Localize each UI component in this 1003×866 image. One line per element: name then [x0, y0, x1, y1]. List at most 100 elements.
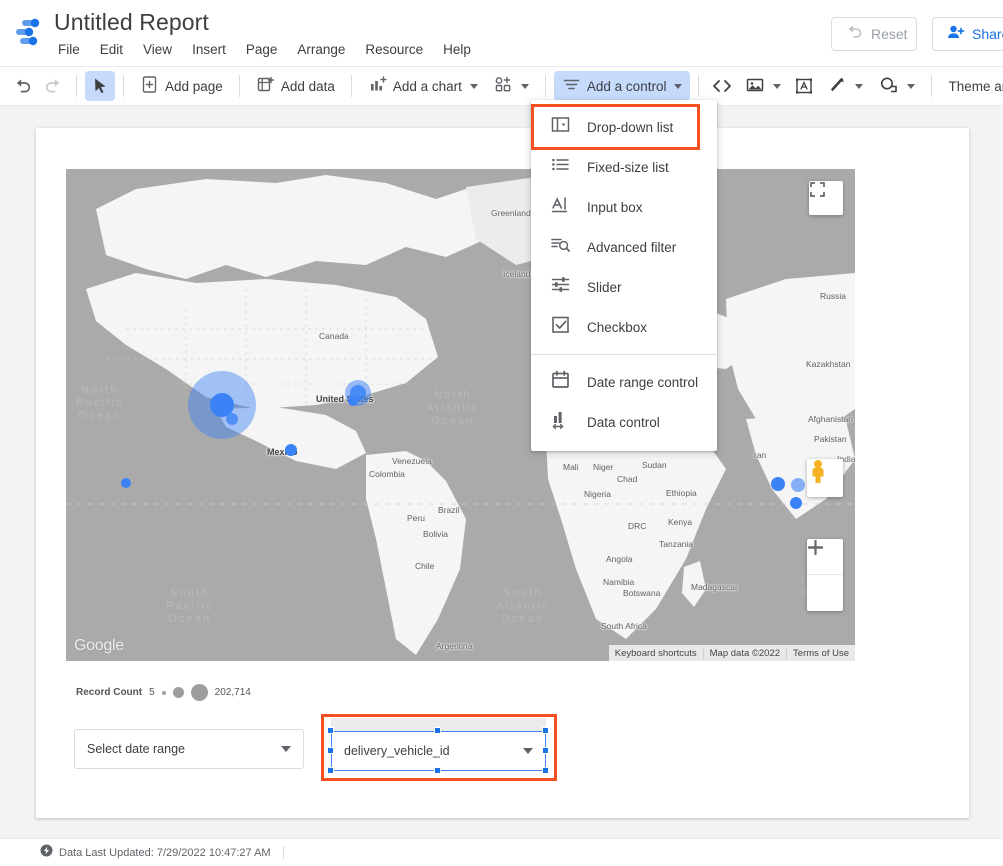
input-box-icon — [550, 194, 571, 220]
toolbar-divider — [76, 75, 77, 97]
data-last-updated-text: Data Last Updated: 7/29/2022 10:47:27 AM — [59, 847, 271, 859]
map-bubble[interactable] — [771, 477, 785, 491]
menu-item-date-range-control[interactable]: Date range control — [531, 362, 717, 402]
menu-item-advanced-filter[interactable]: Advanced filter — [531, 227, 717, 267]
resize-handle-sw[interactable] — [327, 767, 334, 774]
toolbar-divider — [239, 75, 240, 97]
menu-insert[interactable]: Insert — [182, 40, 236, 59]
database-plus-icon — [256, 75, 275, 97]
resize-handle-se[interactable] — [542, 767, 549, 774]
menu-page[interactable]: Page — [236, 40, 288, 59]
add-data-label: Add data — [281, 79, 335, 94]
map-bubble[interactable] — [121, 478, 131, 488]
legend-min-value: 5 — [149, 687, 155, 698]
map-country-label: Iceland — [503, 269, 530, 279]
map-country-label: Pakistan — [814, 434, 847, 444]
report-page[interactable]: NorthPacificOcean NorthAtlanticOcean Sou… — [36, 128, 969, 818]
legend-title: Record Count — [76, 687, 142, 698]
add-page-button[interactable]: Add page — [132, 71, 231, 101]
toolbar-divider — [351, 75, 352, 97]
menu-bar: File Edit View Insert Page Arrange Resou… — [54, 40, 481, 59]
add-chart-button[interactable]: Add a chart — [360, 71, 486, 101]
page-plus-icon — [140, 75, 159, 97]
chart-legend: Record Count 5 202,714 — [76, 684, 251, 701]
slider-icon — [550, 274, 571, 300]
legend-dot-small — [162, 691, 166, 695]
legend-max-value: 202,714 — [215, 687, 251, 698]
reset-button[interactable]: Reset — [831, 17, 917, 51]
map-country-label: Chile — [415, 561, 434, 571]
zoom-out-button[interactable] — [807, 575, 843, 610]
menu-item-fixed-size-list[interactable]: Fixed-size list — [531, 147, 717, 187]
person-add-icon — [947, 24, 965, 45]
menu-arrange[interactable]: Arrange — [287, 40, 355, 59]
community-visualizations-button[interactable] — [486, 71, 537, 101]
insert-image-button[interactable] — [737, 71, 789, 101]
map-country-label: Tanzania — [659, 539, 693, 549]
menu-help[interactable]: Help — [433, 40, 481, 59]
report-title[interactable]: Untitled Report — [54, 9, 209, 36]
resize-handle-w[interactable] — [327, 747, 334, 754]
theme-and-layout-button[interactable]: Theme and layout — [940, 71, 1003, 101]
menu-item-data-control[interactable]: Data control — [531, 402, 717, 442]
menu-edit[interactable]: Edit — [90, 40, 133, 59]
insert-line-button[interactable] — [819, 71, 871, 101]
redo-icon[interactable] — [38, 71, 68, 101]
resize-handle-ne[interactable] — [542, 727, 549, 734]
map-country-label: Chad — [617, 474, 637, 484]
map-bubble[interactable] — [348, 396, 358, 406]
resize-handle-n[interactable] — [434, 727, 441, 734]
undo-icon[interactable] — [8, 71, 38, 101]
image-icon — [745, 75, 765, 98]
geo-bubble-map-chart[interactable]: NorthPacificOcean NorthAtlanticOcean Sou… — [66, 169, 855, 661]
date-range-control[interactable]: Select date range — [74, 729, 304, 769]
menu-item-drop-down-list[interactable]: Drop-down list — [531, 107, 717, 147]
resize-handle-s[interactable] — [434, 767, 441, 774]
map-country-label: DRC — [628, 521, 646, 531]
add-control-menu[interactable]: Drop-down list Fixed-size list — [531, 100, 717, 451]
map-data-copyright: Map data ©2022 — [703, 648, 786, 659]
menu-item-input-box[interactable]: Input box — [531, 187, 717, 227]
resize-handle-e[interactable] — [542, 747, 549, 754]
menu-item-checkbox[interactable]: Checkbox — [531, 307, 717, 347]
terms-of-use-link[interactable]: Terms of Use — [786, 648, 855, 659]
text-box-icon[interactable] — [789, 71, 819, 101]
add-data-button[interactable]: Add data — [248, 71, 343, 101]
map-country-label: Afghanistan — [808, 414, 853, 424]
checkbox-icon — [550, 314, 571, 340]
share-button[interactable]: Share — [932, 17, 1003, 51]
dropdown-control-selected[interactable]: delivery_vehicle_id — [322, 718, 554, 776]
add-page-label: Add page — [165, 79, 223, 94]
dropdown-control-box[interactable]: delivery_vehicle_id — [331, 731, 546, 771]
map-country-label: Russia — [820, 291, 846, 301]
menu-resource[interactable]: Resource — [355, 40, 433, 59]
map-ocean-label: NorthAtlanticOcean — [426, 389, 480, 428]
map-ocean-label: SouthAtlanticOcean — [496, 587, 550, 626]
chevron-down-icon — [470, 84, 478, 89]
map-bubble[interactable] — [285, 444, 297, 456]
select-tool-button[interactable] — [85, 71, 115, 101]
looker-studio-app: Untitled Report File Edit View Insert Pa… — [0, 0, 1003, 866]
menu-item-label: Date range control — [587, 375, 698, 390]
insert-shape-button[interactable] — [871, 71, 923, 101]
embed-code-icon[interactable] — [707, 71, 737, 101]
add-chart-label: Add a chart — [393, 79, 462, 94]
menu-view[interactable]: View — [133, 40, 182, 59]
map-bubble[interactable] — [790, 497, 802, 509]
map-country-label: Venezuela — [392, 456, 432, 466]
line-icon — [827, 75, 847, 98]
map-country-label: Bolivia — [423, 529, 448, 539]
resize-handle-nw[interactable] — [327, 727, 334, 734]
map-country-label: Peru — [407, 513, 425, 523]
map-bubble[interactable] — [226, 413, 238, 425]
menu-item-slider[interactable]: Slider — [531, 267, 717, 307]
theme-layout-label: Theme and layout — [948, 79, 1003, 94]
map-ocean-label: NorthPacificOcean — [76, 384, 124, 423]
menu-file[interactable]: File — [54, 40, 90, 59]
add-control-button[interactable]: Add a control — [554, 71, 691, 101]
map-bubble[interactable] — [791, 478, 805, 492]
keyboard-shortcuts-link[interactable]: Keyboard shortcuts — [609, 648, 703, 659]
street-view-pegman-button[interactable] — [807, 459, 843, 497]
fullscreen-button[interactable] — [809, 181, 843, 215]
map-country-label: Namibia — [603, 577, 634, 587]
